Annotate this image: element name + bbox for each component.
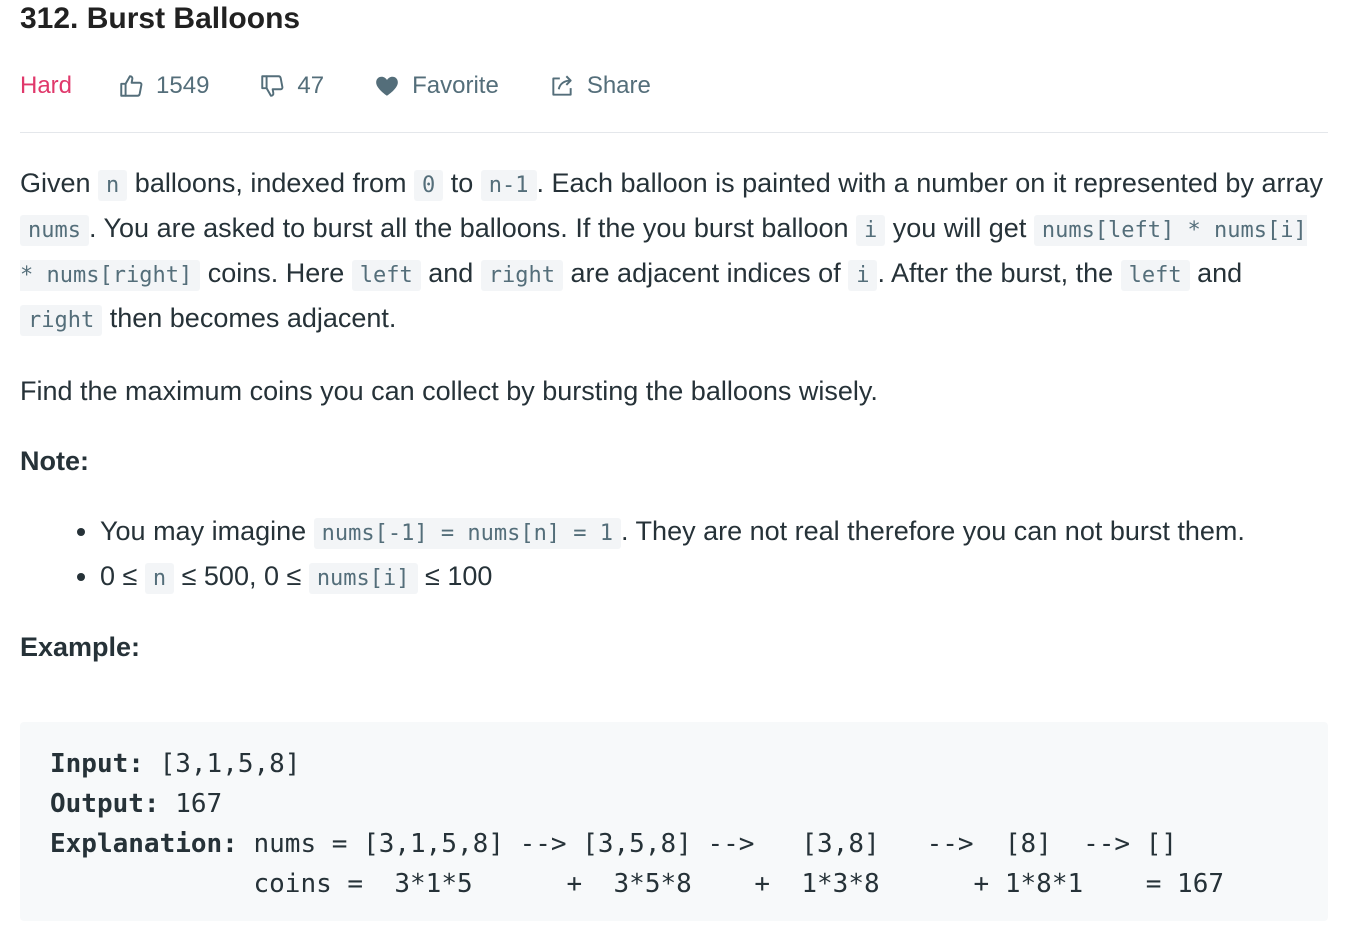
inline-code: nums[-1] = nums[n] = 1	[313, 518, 622, 549]
text-span: and	[1189, 258, 1243, 288]
inline-code: left	[351, 260, 421, 291]
problem-title: 312. Burst Balloons	[20, 2, 301, 35]
input-label: Input:	[50, 749, 144, 779]
heart-icon	[376, 76, 398, 96]
like-count: 1549	[156, 72, 210, 99]
inline-code: n	[144, 563, 175, 594]
text-span: are adjacent indices of	[563, 258, 849, 288]
inline-code: i	[856, 215, 886, 246]
text-span: then becomes adjacent.	[102, 303, 397, 333]
problem-meta-bar: Hard 1549 47 Favorite Share	[20, 66, 701, 106]
output-label: Output:	[50, 789, 160, 819]
output-value: 167	[159, 789, 223, 819]
share-button[interactable]: Share	[549, 72, 651, 100]
thumbs-up-icon	[120, 75, 143, 97]
thumbs-down-icon	[261, 75, 284, 97]
inline-code: right	[20, 305, 103, 336]
text-span: balloons, indexed from	[127, 168, 414, 198]
text-span: Given	[20, 168, 99, 198]
explanation-label: Explanation:	[50, 829, 238, 859]
difficulty-badge: Hard	[20, 72, 73, 99]
note-list: You may imagine nums[-1] = nums[n] = 1. …	[20, 510, 1330, 600]
text-span: ≤ 500, 0 ≤	[174, 561, 309, 591]
text-span: you will get	[885, 213, 1034, 243]
inline-code: nums[i]	[308, 563, 418, 594]
problem-description: Given n balloons, indexed from 0 to n-1.…	[20, 162, 1330, 668]
favorite-button[interactable]: Favorite	[374, 72, 499, 100]
example-heading: Example:	[20, 632, 141, 662]
inline-code: n-1	[480, 170, 537, 201]
input-value: [3,1,5,8]	[143, 749, 301, 779]
inline-code: i	[848, 260, 878, 291]
dislike-count: 47	[297, 72, 325, 99]
text-span: and	[420, 258, 481, 288]
inline-code: left	[1120, 260, 1190, 291]
example-code-block: Input: [3,1,5,8] Output: 167 Explanation…	[20, 722, 1328, 921]
note-heading: Note:	[20, 446, 89, 476]
inline-code: n	[98, 170, 128, 201]
text-span: You may imagine	[100, 516, 314, 546]
share-label: Share	[586, 72, 651, 99]
explanation-line: nums = [3,1,5,8] --> [3,5,8] --> [3,8] -…	[237, 829, 1178, 859]
text-span: . After the burst, the	[877, 258, 1121, 288]
goal-paragraph: Find the maximum coins you can collect b…	[20, 376, 878, 406]
inline-code: 0	[413, 170, 444, 201]
favorite-label: Favorite	[412, 72, 499, 99]
text-span: ≤ 100	[417, 561, 493, 591]
text-span: . You are asked to burst all the balloon…	[88, 213, 856, 243]
description-paragraph: Given n balloons, indexed from 0 to n-1.…	[20, 162, 1330, 342]
header-divider	[20, 132, 1328, 133]
text-span: . Each balloon is painted with a number …	[536, 168, 1323, 198]
note-item: 0 ≤ n ≤ 500, 0 ≤ nums[i] ≤ 100	[100, 555, 1330, 600]
inline-code: right	[480, 260, 564, 291]
text-span: 0 ≤	[100, 561, 145, 591]
note-item: You may imagine nums[-1] = nums[n] = 1. …	[100, 510, 1330, 555]
dislike-button[interactable]: 47	[259, 72, 324, 100]
explanation-line: coins = 3*1*5 + 3*5*8 + 1*3*8 + 1*8*1 = …	[50, 869, 1224, 899]
share-icon	[552, 75, 572, 96]
text-span: coins. Here	[200, 258, 352, 288]
inline-code: nums	[20, 215, 89, 246]
text-span: to	[443, 168, 481, 198]
like-button[interactable]: 1549	[118, 72, 209, 100]
text-span: . They are not real therefore you can no…	[621, 516, 1245, 546]
